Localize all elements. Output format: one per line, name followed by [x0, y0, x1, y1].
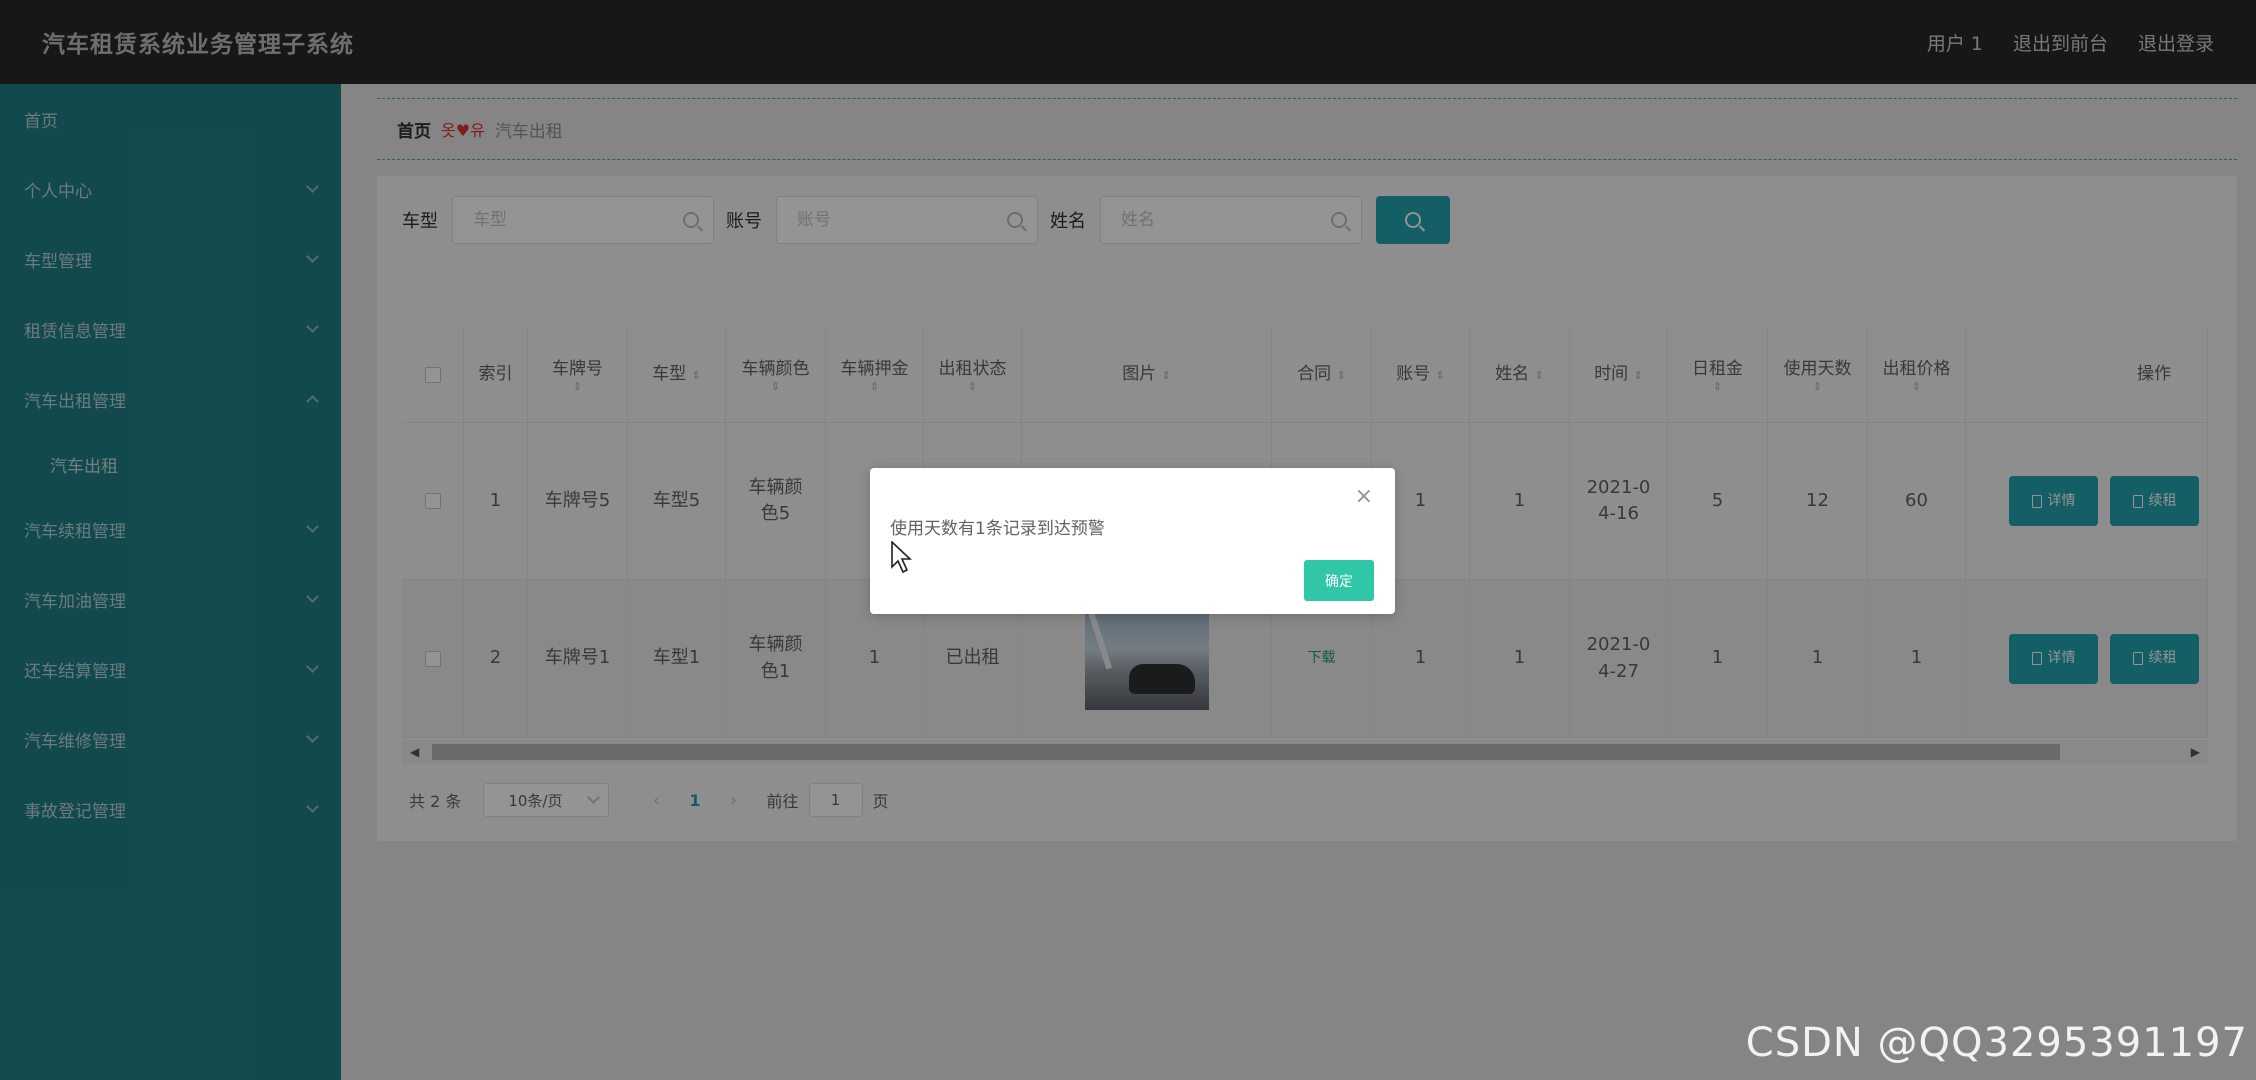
mouse-cursor-icon — [891, 541, 913, 574]
alert-dialog: × 使用天数有1条记录到达预警 确定 — [870, 468, 1395, 614]
close-icon[interactable]: × — [1355, 486, 1373, 508]
confirm-button[interactable]: 确定 — [1304, 560, 1374, 601]
dialog-message: 使用天数有1条记录到达预警 — [890, 519, 1105, 539]
watermark: CSDN @QQ3295391197 — [1745, 1020, 2248, 1066]
